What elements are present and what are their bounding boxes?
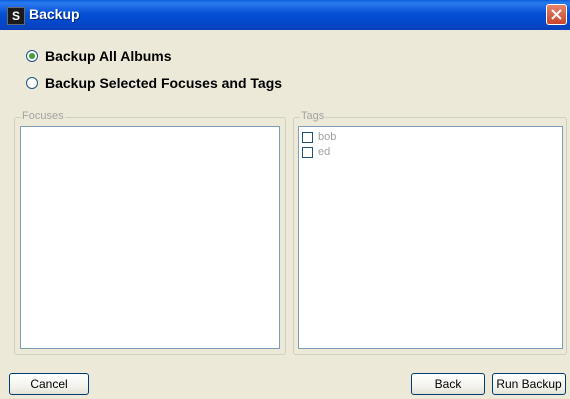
title-bar[interactable]: S Backup — [0, 0, 570, 30]
window-title: Backup — [29, 6, 80, 22]
app-icon: S — [7, 7, 25, 25]
tag-checkbox-ed[interactable] — [302, 146, 313, 158]
tags-group: Tags bob ed — [293, 110, 567, 355]
cancel-button[interactable]: Cancel — [9, 373, 89, 395]
close-button[interactable] — [546, 4, 567, 25]
focuses-list[interactable] — [20, 126, 280, 349]
close-icon — [551, 9, 562, 20]
backup-all-label[interactable]: Backup All Albums — [45, 48, 172, 64]
tag-checkbox-bob[interactable] — [302, 131, 313, 143]
focuses-legend: Focuses — [21, 110, 65, 122]
backup-selected-radio[interactable] — [26, 77, 38, 89]
tags-list[interactable]: bob ed — [298, 126, 563, 349]
backup-selected-option[interactable]: Backup Selected Focuses and Tags — [26, 74, 282, 92]
backup-dialog: S Backup Backup All Albums Backup Select… — [0, 0, 570, 399]
tag-item-ed[interactable]: ed — [302, 146, 330, 158]
focuses-group: Focuses — [14, 110, 286, 355]
tag-label-ed: ed — [318, 146, 331, 158]
backup-selected-label[interactable]: Backup Selected Focuses and Tags — [45, 75, 282, 91]
run-backup-button[interactable]: Run Backup — [492, 373, 566, 395]
back-button[interactable]: Back — [411, 373, 485, 395]
backup-all-option[interactable]: Backup All Albums — [26, 47, 172, 65]
backup-all-radio[interactable] — [26, 50, 38, 62]
tag-item-bob[interactable]: bob — [302, 131, 336, 143]
tags-legend: Tags — [300, 110, 326, 122]
tag-label-bob: bob — [318, 131, 337, 143]
